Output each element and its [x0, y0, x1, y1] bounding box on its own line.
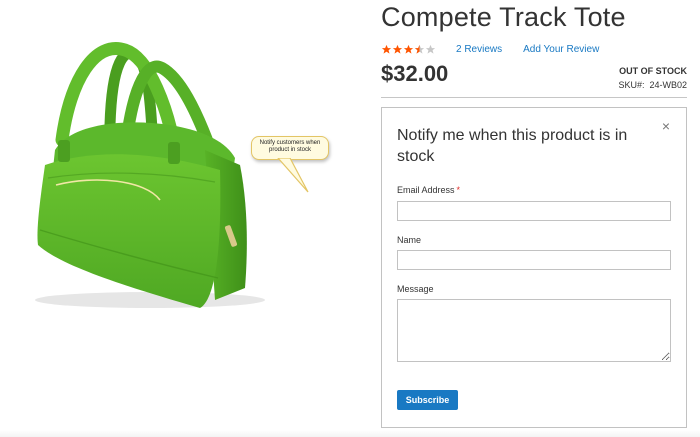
message-label: Message — [397, 284, 434, 294]
rating-stars[interactable] — [381, 44, 436, 55]
message-textarea[interactable] — [397, 299, 671, 362]
add-review-link[interactable]: Add Your Review — [523, 44, 599, 55]
tote-bag-illustration — [35, 42, 265, 308]
name-field[interactable] — [397, 250, 671, 270]
notify-tooltip: Notify customers when product in stock — [251, 136, 329, 160]
star-filled-icon — [403, 44, 414, 54]
sku-label: SKU#: — [618, 80, 645, 90]
divider — [381, 97, 687, 98]
star-filled-icon — [392, 44, 403, 54]
close-icon[interactable]: × — [660, 119, 672, 133]
email-label: Email Address * — [397, 185, 460, 195]
sku-value: 24-WB02 — [649, 80, 687, 90]
product-sku: SKU#: 24-WB02 — [618, 80, 687, 90]
tooltip-pointer-icon — [277, 158, 309, 193]
reviews-link[interactable]: 2 Reviews — [456, 44, 502, 55]
email-field[interactable] — [397, 201, 671, 221]
subscribe-button[interactable]: Subscribe — [397, 390, 458, 410]
required-mark: * — [456, 185, 461, 195]
notify-title: Notify me when this product is in stock — [397, 127, 628, 165]
stock-status: OUT OF STOCK — [619, 66, 687, 76]
product-image[interactable] — [0, 0, 372, 437]
product-page: Notify customers when product in stock C… — [0, 0, 700, 437]
product-title: Compete Track Tote — [381, 2, 626, 32]
star-filled-icon — [381, 44, 392, 54]
tooltip-text: Notify customers when product in stock — [259, 140, 321, 153]
star-empty-icon — [425, 44, 436, 54]
product-price: $32.00 — [381, 61, 449, 86]
notify-modal: Notify me when this product is in stock … — [381, 107, 687, 428]
name-label: Name — [397, 235, 422, 245]
rating-row: 2 Reviews Add Your Review — [381, 42, 599, 56]
page-bottom-fade — [0, 430, 700, 437]
email-label-text: Email Address — [397, 185, 455, 195]
star-half-icon — [414, 44, 425, 54]
